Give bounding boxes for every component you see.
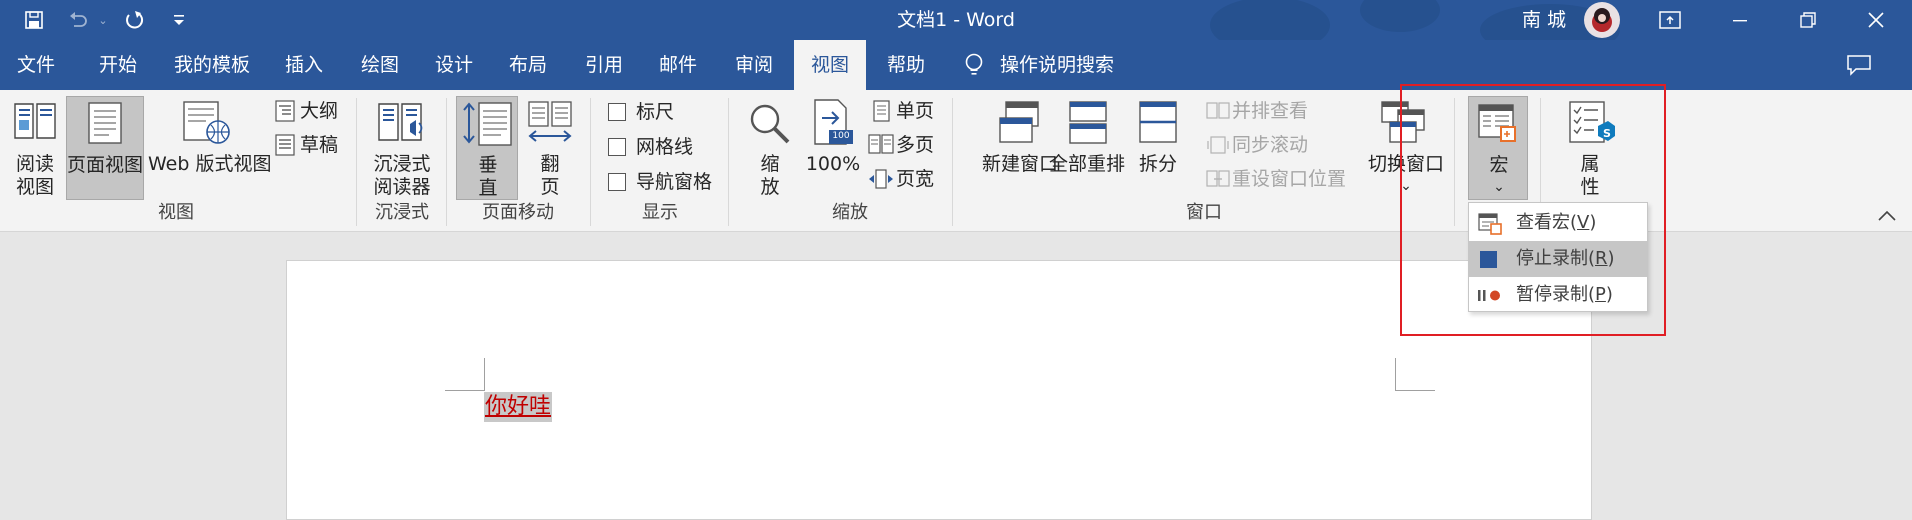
group-label-views: 视图	[158, 202, 194, 223]
reset-window-position-button: 重设窗口位置	[1204, 166, 1354, 194]
document-page[interactable]: 你好哇	[286, 260, 1592, 520]
tab-draw[interactable]: 绘图	[352, 40, 408, 90]
arrange-all-button[interactable]: 全部重排	[1046, 96, 1142, 186]
nav-pane-checkbox[interactable]: 导航窗格	[606, 170, 726, 196]
view-side-by-side-button: 并排查看	[1204, 98, 1344, 126]
zoom-100-button[interactable]: 100 100%	[800, 96, 866, 186]
restore-icon[interactable]	[1788, 0, 1828, 40]
tab-review[interactable]: 审阅	[726, 40, 782, 90]
margin-mark-top-right-v	[1395, 358, 1396, 390]
separator	[590, 98, 591, 226]
vertical-page-movement-button[interactable]: 垂 直	[456, 96, 518, 200]
immersive-reader-icon	[378, 103, 423, 141]
ruler-checkbox[interactable]: 标尺	[606, 100, 716, 126]
zoom-button[interactable]: 缩 放	[744, 96, 796, 198]
one-page-button[interactable]: 单页	[870, 98, 954, 126]
reset-window-icon	[1206, 170, 1230, 187]
tell-me-search[interactable]: 操作说明搜索	[1000, 40, 1120, 90]
tab-help[interactable]: 帮助	[878, 40, 934, 90]
page-width-button[interactable]: 页宽	[866, 166, 954, 194]
split-icon	[1139, 101, 1177, 143]
tab-view[interactable]: 视图	[794, 40, 866, 90]
print-layout-button[interactable]: 页面视图	[66, 96, 144, 200]
ribbon-tab-bar: 文件 开始 我的模板 插入 绘图 设计 布局 引用 邮件 审阅 视图 帮助 操作…	[0, 40, 1912, 90]
tab-mailings[interactable]: 邮件	[650, 40, 706, 90]
draft-icon	[275, 134, 295, 156]
title-bar: ⌄ 文档1 - Word 南 城	[0, 0, 1912, 40]
gridlines-checkbox[interactable]: 网格线	[606, 135, 716, 161]
highlight-annotation-box	[1400, 84, 1666, 336]
comments-icon[interactable]	[1846, 54, 1872, 80]
side-to-side-icon	[528, 101, 572, 142]
side-by-side-icon	[1206, 102, 1230, 119]
outline-button[interactable]: 大纲	[272, 98, 344, 126]
web-layout-button[interactable]: Web 版式视图	[148, 96, 271, 192]
separator	[728, 98, 729, 226]
new-window-icon	[999, 101, 1039, 143]
synchronous-scrolling-button: 同步滚动	[1204, 132, 1344, 160]
draft-button[interactable]: 草稿	[272, 132, 344, 160]
outline-icon	[275, 100, 295, 122]
tab-insert[interactable]: 插入	[276, 40, 332, 90]
tab-layout[interactable]: 布局	[500, 40, 556, 90]
tab-file[interactable]: 文件	[8, 40, 64, 90]
multiple-pages-icon	[868, 134, 894, 154]
gridlines-checkbox-box[interactable]	[608, 138, 626, 156]
separator	[356, 98, 357, 226]
group-label-immersive: 沉浸式	[375, 202, 429, 223]
nav-pane-checkbox-box[interactable]	[608, 173, 626, 191]
one-page-icon	[873, 100, 890, 122]
minimize-icon[interactable]	[1720, 0, 1760, 40]
lightbulb-icon	[962, 52, 986, 82]
user-name[interactable]: 南 城	[1522, 0, 1566, 40]
immersive-reader-button[interactable]: 沉浸式 阅读器	[364, 96, 440, 198]
side-to-side-button[interactable]: 翻 页	[522, 96, 578, 198]
ruler-checkbox-box[interactable]	[608, 103, 626, 121]
page-width-icon	[869, 169, 893, 189]
vertical-scroll-icon	[463, 102, 512, 146]
document-text[interactable]: 你好哇	[484, 392, 553, 422]
group-label-zoom: 缩放	[832, 202, 868, 223]
collapse-ribbon-icon[interactable]	[1876, 208, 1898, 227]
separator	[446, 98, 447, 226]
multiple-pages-button[interactable]: 多页	[866, 132, 954, 160]
tab-my-templates[interactable]: 我的模板	[168, 40, 256, 90]
tab-design[interactable]: 设计	[426, 40, 482, 90]
web-layout-icon	[183, 101, 230, 144]
arrange-all-icon	[1069, 101, 1107, 144]
read-mode-icon	[14, 103, 56, 139]
tab-references[interactable]: 引用	[576, 40, 632, 90]
margin-mark-top-left-v	[484, 358, 485, 390]
read-mode-button[interactable]: 阅读 视图	[6, 96, 64, 198]
avatar[interactable]	[1584, 2, 1620, 38]
group-label-page-movement: 页面移动	[482, 202, 554, 223]
group-label-window: 窗口	[1186, 202, 1222, 223]
ribbon-display-options-icon[interactable]	[1650, 0, 1690, 40]
margin-mark-top-left-h	[445, 390, 485, 391]
split-button[interactable]: 拆分	[1130, 96, 1186, 186]
print-layout-icon	[88, 102, 122, 144]
close-icon[interactable]	[1856, 0, 1896, 40]
sync-scroll-icon	[1207, 136, 1229, 154]
magnifier-icon	[750, 104, 790, 144]
separator	[952, 98, 953, 226]
window-title: 文档1 - Word	[897, 9, 1015, 31]
tab-home[interactable]: 开始	[90, 40, 146, 90]
group-label-show: 显示	[642, 202, 678, 223]
zoom-100-icon-text: 100	[832, 131, 850, 141]
margin-mark-top-right-h	[1395, 390, 1435, 391]
